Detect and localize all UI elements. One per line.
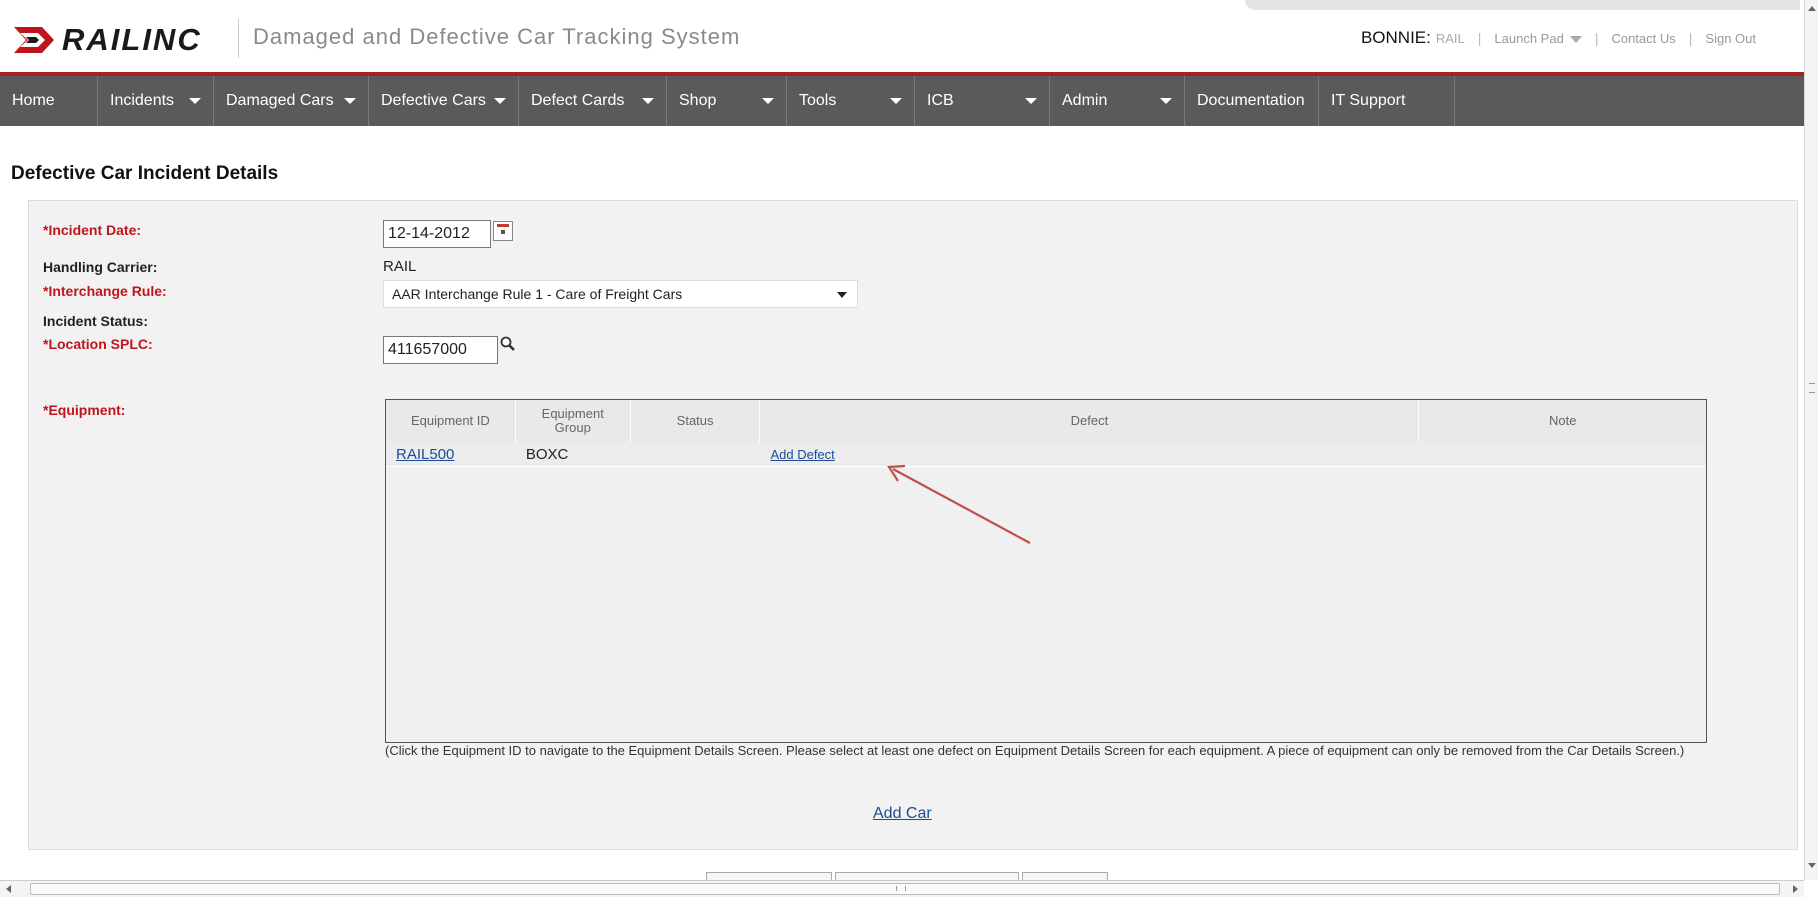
incident-date-label: *Incident Date: xyxy=(43,222,142,238)
railinc-logo[interactable]: RAILINC xyxy=(12,22,202,58)
bottom-button-partial[interactable] xyxy=(1022,872,1108,880)
scroll-up-icon[interactable] xyxy=(1808,6,1816,11)
nav-label: Damaged Cars xyxy=(226,92,334,109)
chevron-down-icon xyxy=(189,98,201,104)
bottom-button-partial[interactable] xyxy=(706,872,832,880)
scrollbar-grip xyxy=(896,886,906,891)
equipment-id-link[interactable]: RAIL500 xyxy=(396,446,454,463)
nav-label: Home xyxy=(12,92,55,109)
vertical-scrollbar[interactable] xyxy=(1804,0,1818,880)
user-links: BONNIE: RAIL | Launch Pad | Contact Us |… xyxy=(1361,28,1756,48)
nav-label: ICB xyxy=(927,92,954,109)
table-row: RAIL500 BOXC Add Defect xyxy=(386,442,1706,467)
nav-label: Tools xyxy=(799,92,837,109)
separator: | xyxy=(1477,30,1482,46)
add-car-link[interactable]: Add Car xyxy=(873,805,932,823)
scroll-right-icon[interactable] xyxy=(1793,885,1798,893)
nav-item-home[interactable]: Home xyxy=(0,76,98,126)
grid-header: Equipment ID Equipment Group Status Defe… xyxy=(386,400,1706,443)
equipment-group-cell: BOXC xyxy=(525,445,569,463)
user-name: BONNIE: xyxy=(1360,28,1431,47)
chevron-down-icon xyxy=(837,292,847,298)
equipment-id-cell: RAIL500 xyxy=(386,442,516,466)
nav-item-defective-cars[interactable]: Defective Cars xyxy=(369,76,519,126)
nav-item-tools[interactable]: Tools xyxy=(787,76,915,126)
nav-item-shop[interactable]: Shop xyxy=(667,76,787,126)
horizontal-scrollbar[interactable] xyxy=(0,880,1804,897)
nav-label: Documentation xyxy=(1197,92,1305,109)
chevron-down-icon xyxy=(344,98,356,104)
equipment-grid: Equipment ID Equipment Group Status Defe… xyxy=(385,399,1707,743)
nav-label: Admin xyxy=(1062,92,1108,109)
app-header: RAILINC Damaged and Defective Car Tracki… xyxy=(0,0,1800,72)
search-icon[interactable] xyxy=(500,336,516,354)
equipment-label: *Equipment: xyxy=(43,402,126,418)
chevron-down-icon xyxy=(494,98,506,104)
page-title: Defective Car Incident Details xyxy=(11,163,279,184)
sign-out-link[interactable]: Sign Out xyxy=(1705,31,1756,46)
separator: | xyxy=(1688,30,1693,46)
railinc-logo-icon xyxy=(14,27,54,53)
column-header-equipment-id[interactable]: Equipment ID xyxy=(386,400,516,442)
nav-label: IT Support xyxy=(1331,92,1406,109)
chevron-down-icon xyxy=(762,98,774,104)
launch-pad-menu[interactable]: Launch Pad xyxy=(1494,30,1582,46)
nav-label: Defective Cars xyxy=(381,92,486,109)
nav-item-admin[interactable]: Admin xyxy=(1050,76,1185,126)
bottom-button-partial[interactable] xyxy=(835,872,1019,880)
status-cell xyxy=(631,442,761,466)
logo-wordmark: RAILINC xyxy=(62,22,202,57)
location-splc-label: *Location SPLC: xyxy=(43,336,153,352)
location-splc-input[interactable]: 411657000 xyxy=(383,336,498,364)
note-cell xyxy=(1419,442,1706,466)
chevron-down-icon xyxy=(1160,98,1172,104)
calendar-icon[interactable] xyxy=(493,221,513,241)
nav-item-documentation[interactable]: Documentation xyxy=(1185,76,1319,126)
chevron-down-icon xyxy=(1025,98,1037,104)
chevron-down-icon xyxy=(1569,35,1582,43)
chevron-down-icon xyxy=(642,98,654,104)
separator: | xyxy=(1594,30,1599,46)
handling-carrier-value: RAIL xyxy=(383,258,417,275)
launch-pad-label: Launch Pad xyxy=(1494,30,1564,46)
column-header-equipment-group[interactable]: Equipment Group xyxy=(516,400,631,442)
incident-date-input[interactable]: 12-14-2012 xyxy=(383,220,491,248)
contact-us-link[interactable]: Contact Us xyxy=(1611,31,1675,46)
header-divider xyxy=(238,18,239,58)
nav-item-incidents[interactable]: Incidents xyxy=(98,76,214,126)
header-decoration xyxy=(1245,0,1800,10)
chevron-down-icon xyxy=(890,98,902,104)
user-org: RAIL xyxy=(1435,30,1465,46)
nav-item-it-support[interactable]: IT Support xyxy=(1319,76,1455,126)
defect-cell: Add Defect xyxy=(760,442,1419,466)
scroll-left-icon[interactable] xyxy=(6,885,11,893)
main-nav: Home Incidents Damaged Cars Defective Ca… xyxy=(0,72,1806,126)
equipment-help-text: (Click the Equipment ID to navigate to t… xyxy=(385,743,1685,758)
nav-label: Shop xyxy=(679,92,717,109)
nav-item-damaged-cars[interactable]: Damaged Cars xyxy=(214,76,369,126)
column-header-note[interactable]: Note xyxy=(1419,400,1706,442)
scrollbar-grip xyxy=(1809,383,1815,393)
column-header-status[interactable]: Status xyxy=(631,400,761,442)
interchange-rule-label: *Interchange Rule: xyxy=(43,283,167,299)
scroll-down-icon[interactable] xyxy=(1808,863,1816,868)
nav-item-defect-cards[interactable]: Defect Cards xyxy=(519,76,667,126)
nav-label: Defect Cards xyxy=(531,92,625,109)
interchange-rule-select[interactable]: AAR Interchange Rule 1 - Care of Freight… xyxy=(383,280,858,308)
add-defect-link[interactable]: Add Defect xyxy=(770,447,834,462)
interchange-rule-value: AAR Interchange Rule 1 - Care of Freight… xyxy=(392,286,683,302)
column-header-defect[interactable]: Defect xyxy=(760,400,1420,442)
nav-item-icb[interactable]: ICB xyxy=(915,76,1050,126)
app-title: Damaged and Defective Car Tracking Syste… xyxy=(253,24,741,49)
incident-status-label: Incident Status: xyxy=(43,313,149,329)
nav-label: Incidents xyxy=(110,92,175,109)
handling-carrier-label: Handling Carrier: xyxy=(43,259,158,275)
